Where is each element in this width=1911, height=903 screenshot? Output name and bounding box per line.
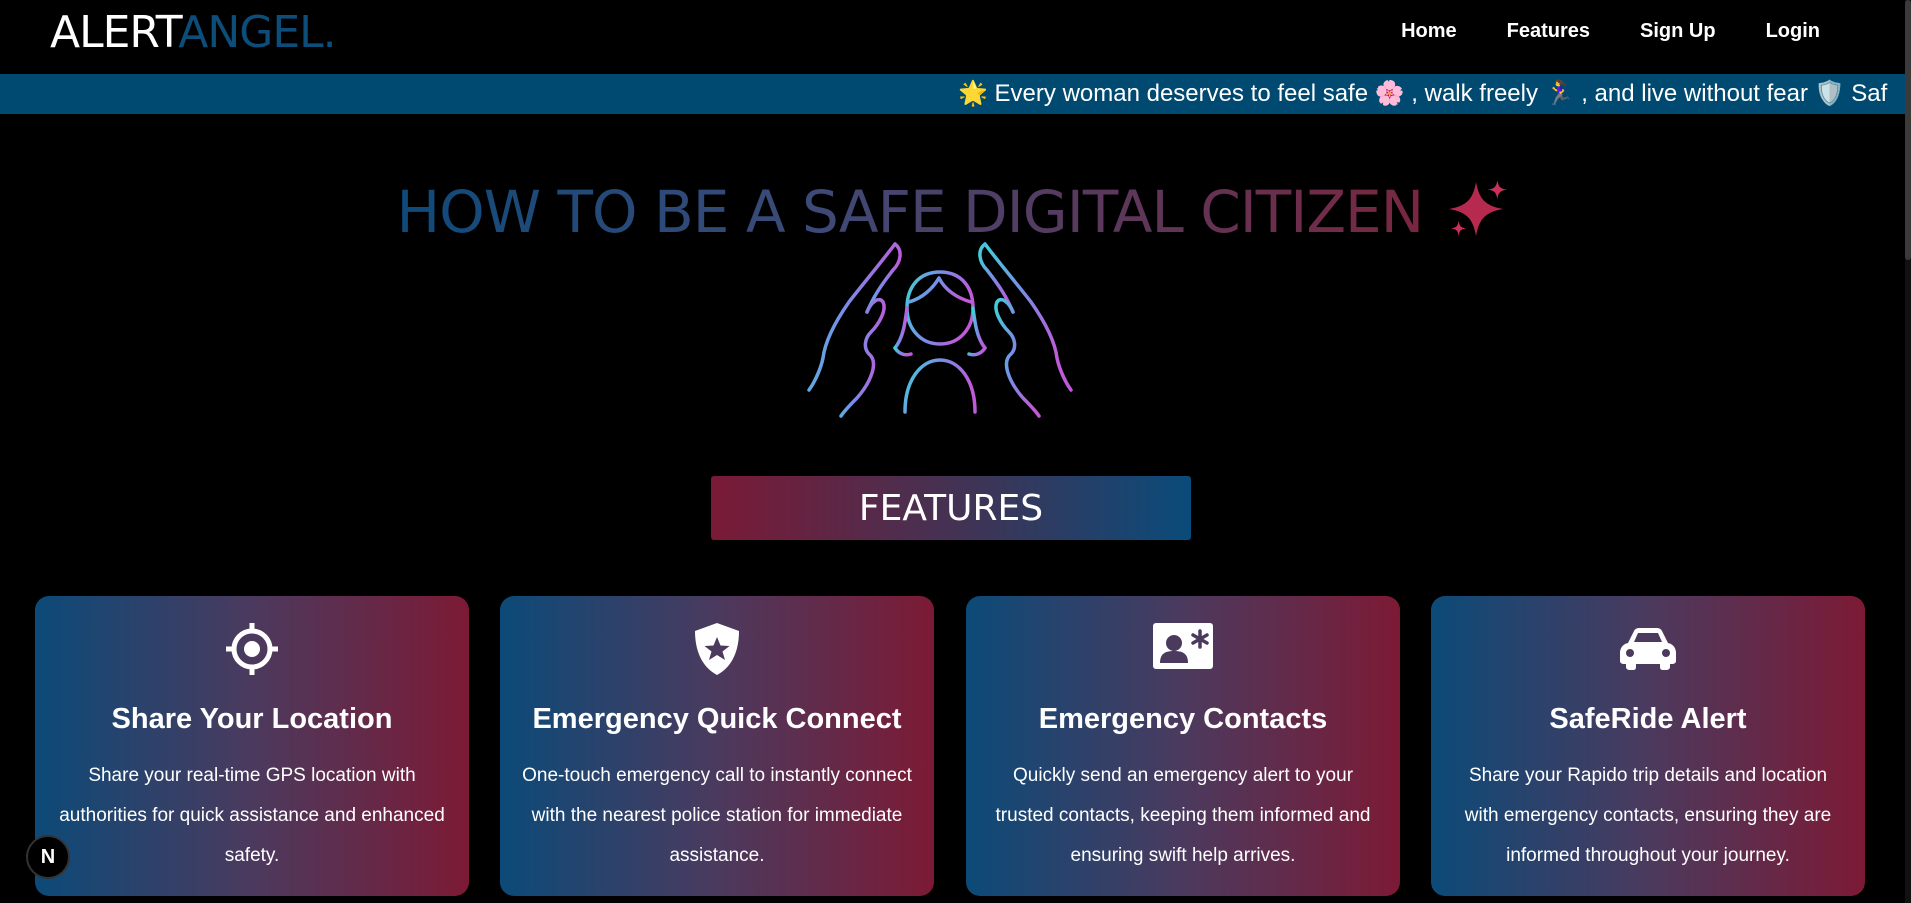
logo-angel: ANGEL. bbox=[178, 7, 336, 58]
feature-card-quick-connect[interactable]: Emergency Quick Connect One-touch emerge… bbox=[500, 596, 934, 896]
page: ALERTANGEL. Home Features Sign Up Login … bbox=[0, 0, 1911, 903]
marquee-text: 🌟 Every woman deserves to feel safe 🌸 , … bbox=[958, 80, 1888, 107]
target-icon bbox=[35, 621, 469, 675]
nav-home-link[interactable]: Home bbox=[1376, 18, 1482, 44]
card-description: Quickly send an emergency alert to your … bbox=[995, 765, 1371, 866]
feature-cards: Share Your Location Share your real-time… bbox=[35, 596, 1867, 896]
dev-tools-badge[interactable]: N bbox=[26, 835, 70, 879]
features-banner: FEATURES bbox=[711, 476, 1191, 540]
navbar: ALERTANGEL. Home Features Sign Up Login bbox=[0, 0, 1905, 73]
feature-card-share-location[interactable]: Share Your Location Share your real-time… bbox=[35, 596, 469, 896]
card-description: One-touch emergency call to instantly co… bbox=[522, 765, 912, 866]
page-scrollbar[interactable] bbox=[1905, 0, 1911, 903]
car-icon bbox=[1431, 621, 1865, 673]
card-description: Share your Rapido trip details and locat… bbox=[1464, 765, 1832, 866]
scrollbar-thumb[interactable] bbox=[1905, 0, 1911, 260]
card-description: Share your real-time GPS location with a… bbox=[59, 765, 445, 866]
card-title: Share Your Location bbox=[111, 703, 393, 735]
sparkles-icon bbox=[1448, 179, 1507, 236]
nav-login-link[interactable]: Login bbox=[1741, 18, 1845, 44]
shield-star-icon bbox=[500, 621, 934, 675]
nav-links: Home Features Sign Up Login bbox=[1376, 18, 1845, 44]
card-title: Emergency Quick Connect bbox=[532, 703, 902, 735]
feature-card-emergency-contacts[interactable]: Emergency Contacts Quickly send an emerg… bbox=[966, 596, 1400, 896]
feature-card-saferide-alert[interactable]: SafeRide Alert Share your Rapido trip de… bbox=[1431, 596, 1865, 896]
safety-marquee: 🌟 Every woman deserves to feel safe 🌸 , … bbox=[0, 74, 1905, 114]
card-title: Emergency Contacts bbox=[1038, 703, 1328, 735]
logo[interactable]: ALERTANGEL. bbox=[50, 7, 337, 58]
contact-card-icon bbox=[966, 621, 1400, 673]
logo-alert: ALERT bbox=[50, 7, 179, 58]
nav-signup-link[interactable]: Sign Up bbox=[1615, 18, 1741, 44]
card-title: SafeRide Alert bbox=[1549, 703, 1747, 735]
protective-hands-illustration bbox=[807, 242, 1073, 418]
nav-features-link[interactable]: Features bbox=[1482, 18, 1615, 44]
